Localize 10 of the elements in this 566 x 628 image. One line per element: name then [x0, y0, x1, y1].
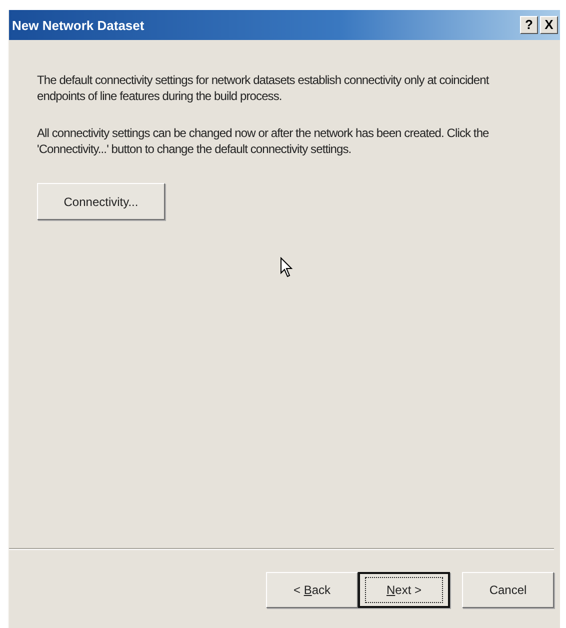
help-button[interactable]: ? [520, 16, 538, 34]
window-title: New Network Dataset [12, 18, 144, 32]
back-button[interactable]: < Back [266, 572, 358, 608]
description-text: The default connectivity settings for network datasets establish connectivity only at coincident endpoints of line features during the build process. [37, 72, 490, 104]
cancel-button[interactable]: Cancel [462, 572, 554, 608]
next-button[interactable]: Next > [358, 572, 450, 608]
close-button[interactable]: X [540, 16, 558, 34]
description-text: All connectivity settings can be changed now or after the network has been created. Click the 'Connectivity...' button to change the default connectivity settings. [37, 125, 490, 157]
mouse-pointer-icon [280, 257, 293, 278]
connectivity-button[interactable]: Connectivity... [37, 183, 165, 220]
